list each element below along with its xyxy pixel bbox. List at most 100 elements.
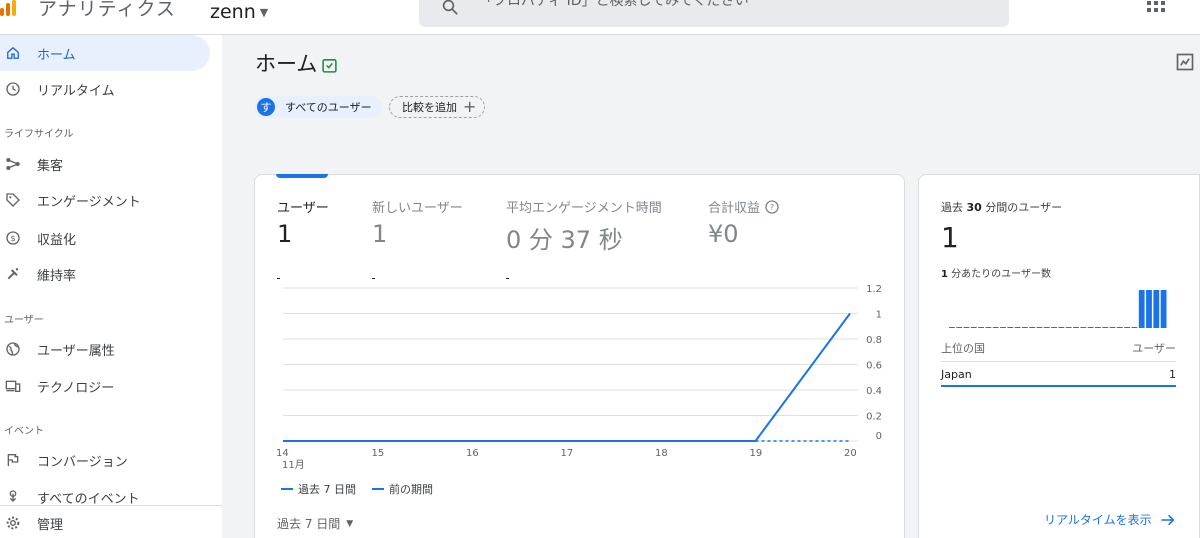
section-label-lifecycle: ライフサイクル: [4, 129, 74, 140]
legend-swatch-dashed: [372, 488, 384, 490]
minute-bar: [1073, 327, 1079, 328]
legend-label: 前の期間: [389, 483, 433, 496]
y-tick-label: 0.8: [866, 335, 882, 346]
customize-report-icon[interactable]: [1175, 52, 1195, 72]
account-name: zenn: [210, 1, 256, 23]
date-range-selector[interactable]: 過去 7 日間 ▼: [277, 515, 353, 532]
y-tick-label: 0.4: [866, 386, 882, 397]
legend-item-current[interactable]: 過去 7 日間: [281, 481, 356, 497]
x-tick-label: 17: [561, 448, 574, 459]
home-icon: [5, 45, 21, 61]
minute-bar: [1051, 327, 1057, 328]
minute-bar: [949, 327, 955, 328]
minute-bar: [1058, 327, 1065, 328]
realtime-subtitle: 1 分あたりのユーザー数: [941, 265, 1051, 280]
y-tick-label: 0.2: [866, 412, 882, 423]
y-tick-label: 1.2: [866, 284, 882, 295]
minute-bar: [1043, 327, 1050, 328]
x-tick-label: 20: [844, 448, 857, 459]
per-minute-bar-chart: [949, 290, 1167, 328]
gear-icon: [5, 515, 21, 531]
minute-bar: [985, 327, 992, 328]
sidebar-item-retention[interactable]: 維持率: [0, 256, 210, 292]
segment-chip-all-users[interactable]: す すべてのユーザー: [255, 96, 382, 118]
globe-icon: [5, 341, 21, 357]
x-tick-label: 14: [276, 448, 289, 459]
legend-swatch-solid: [281, 488, 293, 490]
search-input[interactable]: [479, 0, 979, 9]
minute-bar: [1065, 327, 1072, 328]
minute-bar: [1000, 327, 1006, 328]
svg-text:$: $: [10, 234, 15, 243]
search-bar[interactable]: [419, 0, 1009, 27]
sidebar-item-home[interactable]: ホーム: [0, 35, 210, 71]
minute-bar: [970, 327, 977, 328]
minute-bar: [992, 327, 999, 328]
analytics-logo-icon[interactable]: [0, 0, 20, 16]
table-row[interactable]: Japan 1: [941, 368, 1176, 381]
sidebar-item-monetization[interactable]: $ 収益化: [0, 220, 210, 256]
minute-bar: [1087, 327, 1094, 328]
minute-bar: [1109, 327, 1116, 328]
realtime-sub-number: 1: [941, 269, 948, 280]
sidebar-item-realtime[interactable]: リアルタイム: [0, 71, 210, 107]
row-bar: [941, 385, 1176, 387]
chart-legend: 過去 7 日間 前の期間: [281, 481, 433, 497]
y-tick-label: 0.6: [866, 361, 882, 372]
minute-bar: [1124, 327, 1130, 328]
sidebar-item-demographics[interactable]: ユーザー属性: [0, 331, 210, 367]
view-realtime-label: リアルタイムを表示: [1044, 513, 1152, 527]
column-header-country: 上位の国: [941, 342, 985, 355]
segment-avatar: す: [257, 98, 275, 116]
sidebar-item-label: ユーザー属性: [37, 343, 115, 359]
magnet-icon: [5, 266, 21, 282]
caret-down-icon: ▼: [346, 518, 354, 529]
minute-bar: [1116, 327, 1123, 328]
apps-grid-icon[interactable]: [1147, 0, 1165, 14]
minute-bar: [1080, 327, 1087, 328]
users-line-chart: 0 0.2 0.4 0.6 0.8 1 1.2 14 15 16 17 18 19 20 11月: [276, 284, 882, 471]
minute-bar: [1138, 290, 1145, 328]
search-icon: [442, 0, 458, 15]
top-bar: アナリティクス zenn ▼: [0, 0, 1200, 35]
devices-icon: [5, 378, 21, 394]
sidebar-item-conversions[interactable]: コンバージョン: [0, 442, 210, 478]
country-cell: Japan: [941, 368, 972, 381]
app-title: アナリティクス: [38, 0, 176, 20]
touch-icon: [5, 489, 21, 505]
minute-bar: [1022, 327, 1028, 328]
date-range-label: 過去 7 日間: [277, 517, 341, 531]
series-line-current: [283, 312, 851, 442]
minute-bar: [1007, 327, 1014, 328]
page-title: ホーム: [255, 52, 318, 76]
minute-bar: [1153, 290, 1160, 328]
sidebar-item-technology[interactable]: テクノロジー: [0, 368, 210, 404]
legend-item-previous[interactable]: 前の期間: [372, 481, 433, 497]
sidebar-item-label: エンゲージメント: [37, 194, 141, 210]
sidebar-item-acquisition[interactable]: 集客: [0, 146, 210, 182]
realtime-title: 過去 30 分間のユーザー: [941, 199, 1062, 215]
sidebar-item-label: 管理: [37, 517, 64, 533]
flag-icon: [5, 452, 21, 468]
users-cell: 1: [1169, 368, 1176, 381]
sidebar-item-engagement[interactable]: エンゲージメント: [0, 182, 210, 218]
x-tick-label: 15: [372, 448, 385, 459]
x-axis-month-label: 11月: [282, 459, 305, 471]
view-realtime-link[interactable]: リアルタイムを表示: [1044, 511, 1176, 528]
minute-bar: [1160, 290, 1167, 328]
account-selector[interactable]: zenn ▼: [210, 1, 268, 23]
sidebar-item-admin[interactable]: 管理: [0, 505, 210, 538]
sidebar-item-label: ホーム: [37, 47, 76, 63]
section-label-event: イベント: [4, 426, 44, 437]
sidebar-item-label: 収益化: [37, 232, 77, 248]
sidebar-item-label: テクノロジー: [37, 380, 115, 396]
section-label-user: ユーザー: [4, 315, 44, 326]
add-comparison-button[interactable]: 比較を追加 +: [389, 96, 486, 118]
minute-bar: [1131, 327, 1138, 328]
sidebar-item-label: すべてのイベント: [37, 491, 140, 507]
realtime-title-prefix: 過去: [941, 201, 963, 214]
legend-label: 過去 7 日間: [298, 483, 356, 496]
arrow-right-icon: [1160, 514, 1175, 525]
minute-bar: [1029, 327, 1036, 328]
dollar-icon: $: [5, 230, 21, 246]
